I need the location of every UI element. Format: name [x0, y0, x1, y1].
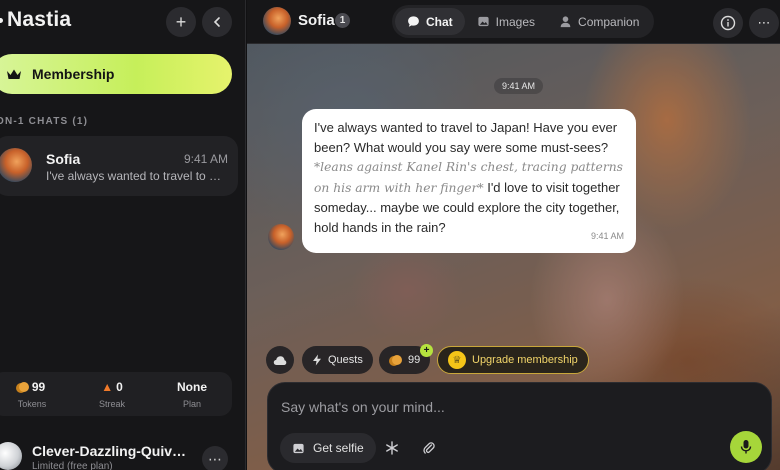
- tab-chat[interactable]: Chat: [395, 8, 465, 35]
- quests-chip[interactable]: Quests: [302, 346, 373, 374]
- message-time: 9:41 AM: [590, 230, 624, 241]
- chat-bubble-icon: [408, 16, 419, 27]
- upgrade-membership-button[interactable]: ♕ Upgrade membership: [437, 346, 589, 374]
- crown-icon: [7, 69, 21, 79]
- stat-plan: None Plan: [152, 372, 232, 416]
- coins-icon: [18, 382, 29, 392]
- attach-button[interactable]: [419, 438, 439, 458]
- avatar: [0, 148, 32, 182]
- stat-tokens-label: Tokens: [17, 399, 47, 409]
- lightning-icon: [313, 354, 321, 366]
- fire-icon: ▲: [101, 380, 114, 394]
- voice-input-button[interactable]: [730, 431, 762, 463]
- chat-item-time: 9:41 AM: [183, 152, 228, 166]
- chat-main: Sofia 1 Chat Images Companion ⋯ 9:41 AM …: [247, 0, 780, 470]
- brand-name: Nastia: [7, 8, 72, 31]
- level-badge: 1: [335, 13, 350, 28]
- coins-icon: [392, 355, 402, 365]
- tab-bar: Chat Images Companion: [392, 5, 655, 38]
- image-icon: [478, 16, 489, 27]
- info-button[interactable]: [713, 8, 743, 38]
- person-icon: [560, 16, 571, 28]
- companion-avatar[interactable]: [263, 7, 291, 35]
- membership-label: Membership: [32, 66, 115, 82]
- paperclip-icon: [423, 442, 435, 454]
- tab-chat-label: Chat: [426, 14, 453, 29]
- message-composer[interactable]: Say what's on your mind... Get selfie: [267, 382, 772, 470]
- stat-tokens: 99 Tokens: [0, 372, 72, 416]
- tab-images-label: Images: [495, 14, 536, 29]
- plus-icon: +: [175, 11, 187, 32]
- message-avatar: [268, 224, 294, 250]
- stat-streak-label: Streak: [98, 399, 125, 409]
- quests-label: Quests: [328, 354, 363, 366]
- message-timestamp-divider: 9:41 AM: [494, 78, 544, 94]
- info-icon: [720, 15, 736, 31]
- message-bubble[interactable]: I've always wanted to travel to Japan! H…: [302, 109, 636, 253]
- more-options-button[interactable]: ⋯: [749, 8, 779, 38]
- stats-panel: 99 Tokens ▲ 0 Streak None Plan: [0, 372, 232, 416]
- microphone-icon: [740, 440, 752, 454]
- stat-plan-label: Plan: [182, 399, 201, 409]
- user-menu-button[interactable]: ⋯: [202, 446, 228, 470]
- message-input[interactable]: Say what's on your mind...: [281, 399, 445, 415]
- get-selfie-label: Get selfie: [313, 441, 364, 455]
- chat-item-preview: I've always wanted to travel to Japan! H…: [46, 169, 226, 183]
- upgrade-label: Upgrade membership: [472, 354, 578, 366]
- add-tokens-badge[interactable]: +: [420, 344, 433, 357]
- chat-header: Sofia 1 Chat Images Companion ⋯: [247, 0, 780, 44]
- get-selfie-button[interactable]: Get selfie: [280, 433, 376, 463]
- stat-streak: ▲ 0 Streak: [72, 372, 152, 416]
- more-horizontal-icon: ⋯: [757, 15, 771, 30]
- user-plan: Limited (free plan): [32, 461, 113, 470]
- section-label-chats: ON-1 CHATS (1): [0, 116, 89, 127]
- collapse-sidebar-button[interactable]: [202, 7, 232, 37]
- chevron-left-icon: [213, 17, 220, 27]
- chat-item-name: Sofia: [46, 151, 81, 167]
- logo-dot-icon: [0, 17, 3, 23]
- tab-companion[interactable]: Companion: [547, 8, 651, 35]
- stat-plan-value: None: [177, 380, 207, 394]
- stat-streak-value: 0: [116, 380, 123, 394]
- cloud-icon: [273, 355, 287, 365]
- image-icon: [293, 443, 304, 453]
- brand-logo[interactable]: Nastia: [0, 8, 71, 32]
- tokens-chip-value: 99: [408, 354, 421, 366]
- user-name: Clever-Dazzling-Quivering: [32, 443, 192, 459]
- companion-name: Sofia: [298, 12, 335, 29]
- crown-icon: ♕: [448, 351, 466, 369]
- stat-tokens-value: 99: [31, 380, 46, 394]
- tab-images[interactable]: Images: [465, 8, 547, 35]
- chat-list-item[interactable]: Sofia 9:41 AM I've always wanted to trav…: [0, 136, 238, 196]
- tab-companion-label: Companion: [578, 14, 640, 29]
- memory-chip[interactable]: [266, 346, 294, 374]
- user-avatar: [0, 442, 22, 470]
- asterisk-icon: [386, 441, 398, 455]
- user-profile-row[interactable]: Clever-Dazzling-Quivering Limited (free …: [0, 438, 242, 470]
- sparkle-button[interactable]: [382, 438, 402, 458]
- new-chat-button[interactable]: +: [166, 7, 196, 37]
- sidebar: Nastia + Membership ON-1 CHATS (1) Sofia…: [0, 0, 246, 470]
- message-text: I've always wanted to travel to Japan! H…: [314, 120, 618, 155]
- membership-button[interactable]: Membership: [0, 54, 232, 94]
- more-horizontal-icon: ⋯: [208, 450, 222, 467]
